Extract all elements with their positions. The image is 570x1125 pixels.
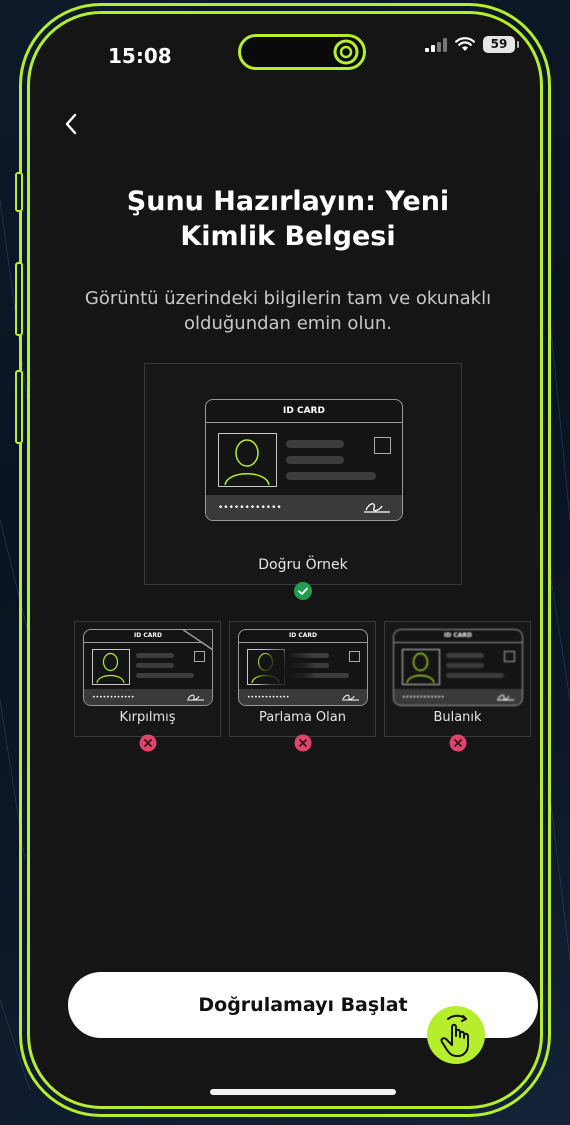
id-card-footer: •••••••••••• bbox=[394, 689, 522, 705]
page-title-line1: Şunu Hazırlayın: Yeni bbox=[126, 186, 450, 217]
correct-example: ID CARD •••••••••••• Doğru Örnek bbox=[144, 363, 462, 585]
svg-text:••••••••••••: •••••••••••• bbox=[402, 694, 444, 701]
signature-icon: •••••••••••• bbox=[247, 694, 359, 701]
page-title: Şunu Hazırlayın: Yeni Kimlik Belgesi bbox=[70, 184, 506, 254]
svg-text:••••••••••••: •••••••••••• bbox=[247, 694, 289, 701]
id-text-line bbox=[286, 440, 344, 448]
person-icon bbox=[96, 652, 125, 684]
person-icon bbox=[406, 652, 435, 684]
id-text-line bbox=[446, 663, 484, 668]
tap-gesture-icon bbox=[427, 1006, 485, 1064]
id-checkbox-graphic bbox=[374, 437, 391, 454]
page-subtitle: Görüntü üzerindeki bilgilerin tam ve oku… bbox=[70, 286, 506, 336]
wifi-icon bbox=[455, 37, 475, 51]
signature-icon: •••••••••••• bbox=[218, 503, 390, 513]
correct-example-label: Doğru Örnek bbox=[258, 557, 348, 573]
id-text-line bbox=[136, 663, 174, 668]
id-card-heading: ID CARD bbox=[394, 630, 522, 643]
cropped-example-label: Kırpılmış bbox=[119, 710, 176, 725]
id-text-line bbox=[136, 673, 194, 678]
x-circle-icon bbox=[139, 734, 157, 752]
page-title-line2: Kimlik Belgesi bbox=[180, 221, 396, 252]
phone-volume-up-button bbox=[15, 262, 23, 336]
person-icon bbox=[224, 439, 270, 486]
x-circle-icon bbox=[449, 734, 467, 752]
blurry-example-label: Bulanık bbox=[433, 710, 482, 725]
page-subtitle-line2: olduğundan emin olun. bbox=[184, 313, 392, 334]
cropped-corner-graphic bbox=[182, 630, 212, 650]
x-circle-icon bbox=[294, 734, 312, 752]
dynamic-island bbox=[238, 34, 366, 70]
id-text-line bbox=[286, 472, 376, 480]
svg-text:••••••••••••: •••••••••••• bbox=[218, 503, 282, 513]
id-card-illustration-cropped: ID CARD •••••••••••• bbox=[83, 629, 213, 706]
id-card-illustration-blurry: ID CARD •••••••••••• bbox=[393, 629, 523, 706]
id-text-line bbox=[136, 653, 174, 658]
check-circle-icon bbox=[294, 582, 312, 600]
id-photo bbox=[92, 649, 130, 685]
id-checkbox-graphic bbox=[349, 651, 360, 662]
cropped-example: ID CARD •••••••••••• Kırpılmış bbox=[74, 621, 221, 737]
id-card-heading: ID CARD bbox=[206, 400, 402, 423]
id-photo bbox=[402, 649, 440, 685]
phone-screen: 15:08 59 Şunu Hazırlayın: Yeni Kimlik Be… bbox=[27, 11, 543, 1109]
camera-ring-icon bbox=[333, 39, 359, 65]
signature-icon: •••••••••••• bbox=[402, 694, 514, 701]
id-card-illustration-glare: ID CARD •••••••••••• bbox=[238, 629, 368, 706]
svg-text:••••••••••••: •••••••••••• bbox=[92, 694, 134, 701]
glare-example-label: Parlama Olan bbox=[259, 710, 346, 725]
id-text-line bbox=[446, 673, 504, 678]
id-photo bbox=[218, 433, 277, 487]
phone-side-button bbox=[15, 172, 23, 212]
id-text-line bbox=[446, 653, 484, 658]
home-indicator bbox=[210, 1089, 396, 1095]
blurry-example: ID CARD •••••••••••• Bulanık bbox=[384, 621, 531, 737]
id-card-heading: ID CARD bbox=[239, 630, 367, 643]
battery-icon: 59 bbox=[483, 36, 519, 53]
id-card-illustration: ID CARD •••••••••••• bbox=[205, 399, 403, 521]
id-card-footer: •••••••••••• bbox=[84, 689, 212, 705]
id-card-footer: •••••••••••• bbox=[206, 495, 402, 520]
signal-icon bbox=[425, 37, 447, 52]
page-subtitle-line1: Görüntü üzerindeki bilgilerin tam ve oku… bbox=[84, 288, 492, 309]
status-icons: 59 bbox=[425, 36, 519, 53]
chevron-left-icon[interactable] bbox=[60, 110, 84, 138]
id-checkbox-graphic bbox=[194, 651, 205, 662]
glare-example: ID CARD •••••••••••• Parlama Olan bbox=[229, 621, 376, 737]
id-checkbox-graphic bbox=[504, 651, 515, 662]
signature-icon: •••••••••••• bbox=[92, 694, 204, 701]
status-time: 15:08 bbox=[108, 44, 172, 68]
id-card-footer: •••••••••••• bbox=[239, 689, 367, 705]
id-text-line bbox=[286, 456, 344, 464]
phone-volume-down-button bbox=[15, 370, 23, 444]
